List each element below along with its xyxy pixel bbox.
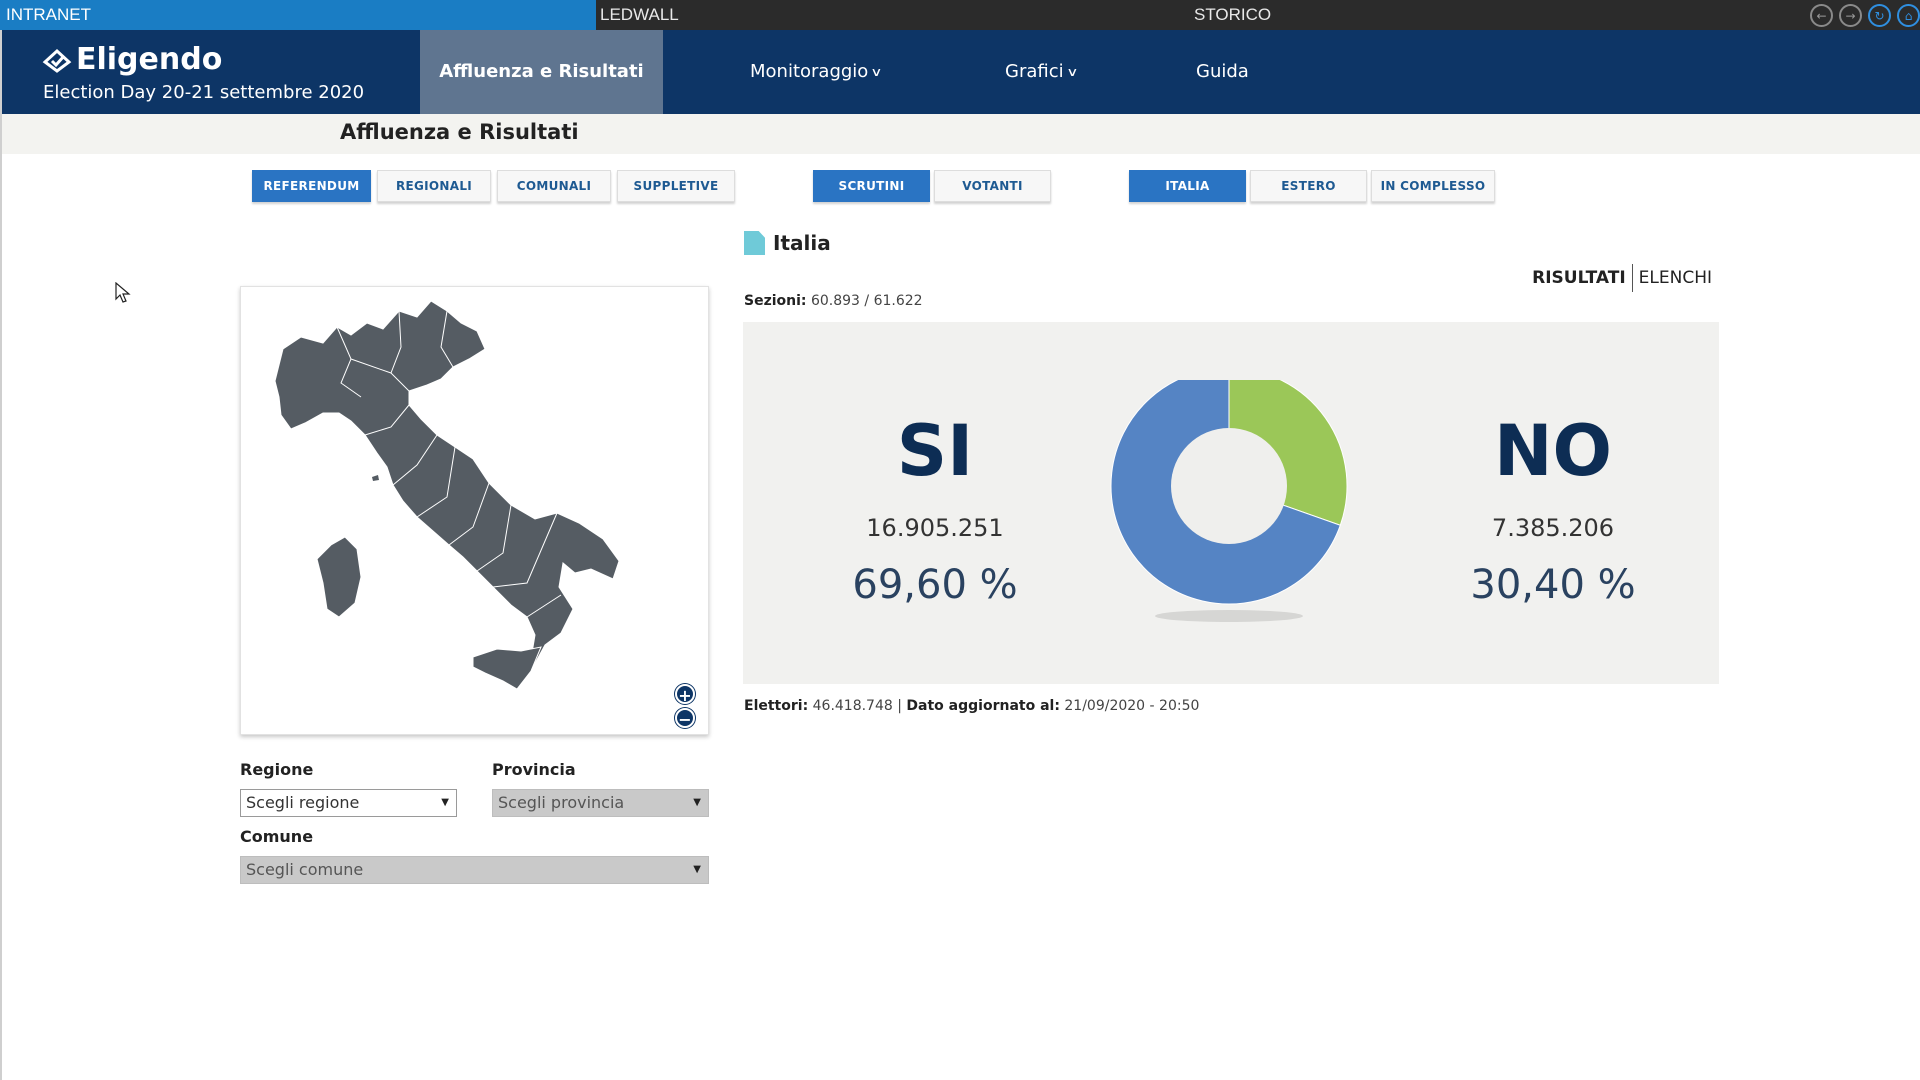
forward-icon[interactable]: → bbox=[1839, 4, 1862, 27]
area-title: Italia bbox=[744, 231, 831, 255]
ledwall-tab[interactable]: LEDWALL bbox=[600, 0, 679, 30]
nav-monitoraggio[interactable]: Monitoraggio ∨ bbox=[750, 30, 883, 114]
yes-percent: 69,60 % bbox=[852, 562, 1018, 608]
view-toggle: RISULTATI ELENCHI bbox=[1532, 264, 1712, 292]
elettori-info: Elettori: 46.418.748 | Dato aggiornato a… bbox=[744, 698, 1199, 714]
logo[interactable]: Eligendo bbox=[42, 42, 222, 77]
zoom-in-icon[interactable]: + bbox=[675, 684, 695, 705]
nav-affluenza-risultati[interactable]: Affluenza e Risultati bbox=[420, 30, 663, 114]
yes-label: SI bbox=[896, 410, 974, 492]
toggle-separator bbox=[1631, 264, 1633, 292]
provincia-select[interactable]: Scegli provincia ▼ bbox=[492, 789, 709, 817]
dropdown-arrow-icon: ▼ bbox=[693, 864, 701, 875]
zoom-out-icon[interactable]: − bbox=[675, 708, 695, 729]
tab-referendum[interactable]: REFERENDUM bbox=[252, 170, 371, 202]
no-percent: 30,40 % bbox=[1470, 562, 1636, 608]
sezioni-info: Sezioni: 60.893 / 61.622 bbox=[744, 293, 923, 309]
regione-label: Regione bbox=[240, 760, 314, 779]
tab-comunali[interactable]: COMUNALI bbox=[497, 170, 611, 202]
provincia-label: Provincia bbox=[492, 760, 576, 779]
regione-select-value: Scegli regione bbox=[246, 793, 360, 812]
comune-select[interactable]: Scegli comune ▼ bbox=[240, 856, 709, 884]
sezioni-value: 60.893 / 61.622 bbox=[810, 293, 923, 309]
tab-italia[interactable]: ITALIA bbox=[1129, 170, 1246, 202]
regione-select[interactable]: Scegli regione ▼ bbox=[240, 789, 457, 817]
nav-grafici[interactable]: Grafici ∨ bbox=[1005, 30, 1079, 114]
tab-votanti[interactable]: VOTANTI bbox=[934, 170, 1051, 202]
updated-label: Dato aggiornato al: bbox=[906, 698, 1060, 714]
home-icon[interactable]: ⌂ bbox=[1897, 4, 1920, 27]
left-border bbox=[0, 114, 2, 1080]
mouse-cursor-icon bbox=[115, 282, 131, 303]
tab-suppletive[interactable]: SUPPLETIVE bbox=[617, 170, 735, 202]
page-title: Affluenza e Risultati bbox=[340, 120, 579, 144]
map-sardinia bbox=[316, 536, 362, 618]
no-votes: 7.385.206 bbox=[1491, 514, 1615, 542]
toggle-risultati[interactable]: RISULTATI bbox=[1532, 268, 1626, 288]
sezioni-label: Sezioni: bbox=[744, 293, 807, 309]
logo-text: Eligendo bbox=[76, 42, 223, 77]
window-controls: ← → ↻ ⌂ bbox=[1810, 4, 1920, 27]
nav-guida[interactable]: Guida bbox=[1196, 30, 1249, 114]
refresh-icon[interactable]: ↻ bbox=[1868, 4, 1891, 27]
chevron-down-icon: ∨ bbox=[1065, 65, 1079, 79]
system-bar: INTRANET bbox=[0, 0, 1920, 30]
storico-tab[interactable]: STORICO bbox=[1194, 0, 1271, 30]
document-icon bbox=[744, 231, 765, 255]
back-icon[interactable]: ← bbox=[1810, 4, 1833, 27]
nav-monitoraggio-label: Monitoraggio bbox=[750, 61, 869, 82]
no-label: NO bbox=[1493, 410, 1613, 492]
donut-hole bbox=[1171, 428, 1287, 544]
site-header: Eligendo Election Day 20-21 settembre 20… bbox=[0, 30, 1920, 114]
elettori-label: Elettori: bbox=[744, 698, 809, 714]
dropdown-arrow-icon: ▼ bbox=[441, 797, 449, 808]
dropdown-arrow-icon: ▼ bbox=[693, 797, 701, 808]
map-mainland bbox=[274, 300, 620, 684]
area-name: Italia bbox=[773, 231, 831, 255]
results-donut-chart bbox=[1110, 380, 1348, 622]
italy-map[interactable] bbox=[241, 287, 708, 734]
tab-estero[interactable]: ESTERO bbox=[1250, 170, 1367, 202]
updated-value: 21/09/2020 - 20:50 bbox=[1064, 698, 1200, 714]
page-title-band: Affluenza e Risultati bbox=[0, 114, 1920, 154]
election-subtitle: Election Day 20-21 settembre 2020 bbox=[43, 82, 365, 103]
chart-shadow bbox=[1155, 610, 1303, 622]
yes-votes: 16.905.251 bbox=[866, 514, 1004, 542]
intranet-tab[interactable]: INTRANET bbox=[0, 0, 596, 30]
elettori-value: 46.418.748 bbox=[812, 698, 893, 714]
comune-label: Comune bbox=[240, 827, 314, 846]
chevron-down-icon: ∨ bbox=[870, 65, 883, 79]
italy-map-panel: + − bbox=[240, 286, 709, 735]
toggle-elenchi[interactable]: ELENCHI bbox=[1639, 268, 1712, 288]
tab-in-complesso[interactable]: IN COMPLESSO bbox=[1371, 170, 1495, 202]
tab-scrutini[interactable]: SCRUTINI bbox=[813, 170, 930, 202]
map-sicily bbox=[472, 646, 542, 690]
nav-grafici-label: Grafici bbox=[1005, 61, 1064, 82]
results-panel: SI 16.905.251 69,60 % NO 7.385.206 30,40… bbox=[743, 322, 1719, 684]
ballot-check-icon bbox=[42, 48, 72, 73]
provincia-select-value: Scegli provincia bbox=[498, 793, 625, 812]
comune-select-value: Scegli comune bbox=[246, 860, 364, 879]
tab-regionali[interactable]: REGIONALI bbox=[377, 170, 491, 202]
